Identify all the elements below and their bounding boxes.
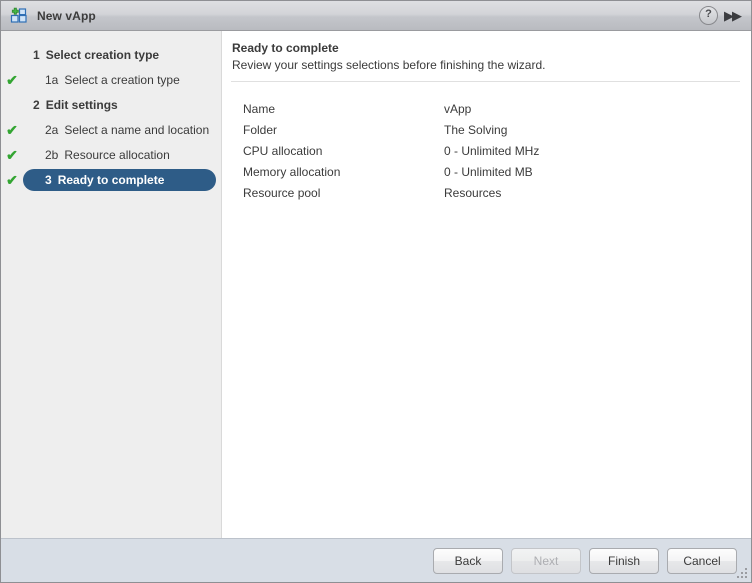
sidebar-step-text: Ready to complete bbox=[57, 172, 165, 187]
sidebar-step-1a[interactable]: ✔ 1a Select a creation type bbox=[1, 67, 221, 92]
finish-button[interactable]: Finish bbox=[589, 548, 659, 574]
header-divider bbox=[231, 81, 740, 82]
new-vapp-wizard-window: New vApp ? ▶▶ 1 Select creation type ✔ 1a Se… bbox=[0, 0, 752, 583]
summary-row: Memory allocation 0 - Unlimited MB bbox=[243, 161, 751, 182]
sidebar-step-text: Edit settings bbox=[45, 97, 118, 112]
summary-label: Name bbox=[243, 101, 276, 116]
content-header: Ready to complete Review your settings s… bbox=[223, 31, 751, 72]
help-icon[interactable]: ? bbox=[699, 6, 718, 25]
back-button[interactable]: Back bbox=[433, 548, 503, 574]
summary-value: 0 - Unlimited MHz bbox=[444, 143, 540, 158]
cancel-button[interactable]: Cancel bbox=[667, 548, 737, 574]
sidebar-step-number: 1a bbox=[45, 72, 59, 87]
sidebar-step-label: 2a Select a name and location bbox=[45, 123, 209, 137]
sidebar-step-1[interactable]: 1 Select creation type bbox=[1, 42, 221, 67]
sidebar-step-number: 1 bbox=[33, 47, 40, 62]
sidebar-step-label: 1a Select a creation type bbox=[45, 73, 180, 87]
sidebar-step-selected-pill[interactable]: 3 Ready to complete bbox=[23, 168, 216, 191]
window-titlebar: New vApp ? ▶▶ bbox=[1, 1, 751, 31]
step-complete-check-icon: ✔ bbox=[6, 171, 18, 188]
page-title: Ready to complete bbox=[232, 41, 339, 55]
page-subtitle: Review your settings selections before f… bbox=[232, 58, 546, 72]
sidebar-step-label: 2 Edit settings bbox=[33, 98, 118, 112]
chevron-double-right-icon[interactable]: ▶▶ bbox=[724, 9, 742, 22]
wizard-steps-sidebar: 1 Select creation type ✔ 1a Select a creatio… bbox=[1, 31, 222, 538]
next-button: Next bbox=[511, 548, 581, 574]
summary-label: CPU allocation bbox=[243, 143, 323, 158]
summary-table: Name vApp Folder The Solving CPU allocation 0… bbox=[243, 98, 751, 203]
sidebar-step-2[interactable]: 2 Edit settings bbox=[1, 92, 221, 117]
sidebar-step-number: 2a bbox=[45, 122, 59, 137]
summary-row: Resource pool Resources bbox=[243, 182, 751, 203]
summary-value: The Solving bbox=[444, 122, 508, 137]
sidebar-step-number: 3 bbox=[45, 172, 52, 187]
sidebar-step-2b[interactable]: ✔ 2b Resource allocation bbox=[1, 142, 221, 167]
sidebar-step-text: Select a creation type bbox=[64, 72, 180, 87]
summary-value: Resources bbox=[444, 185, 502, 200]
sidebar-step-label: 1 Select creation type bbox=[33, 48, 159, 62]
sidebar-step-3[interactable]: ✔ 3 Ready to complete bbox=[1, 167, 221, 192]
summary-label: Resource pool bbox=[243, 185, 321, 200]
sidebar-step-number: 2 bbox=[33, 97, 40, 112]
sidebar-step-text: Select a name and location bbox=[64, 122, 210, 137]
footer-buttons: Back Next Finish Cancel bbox=[433, 548, 737, 574]
sidebar-step-label: 3 Ready to complete bbox=[45, 173, 164, 187]
summary-value: vApp bbox=[444, 101, 472, 116]
wizard-steps-list: 1 Select creation type ✔ 1a Select a creatio… bbox=[1, 31, 221, 192]
sidebar-step-text: Select creation type bbox=[45, 47, 160, 62]
step-complete-check-icon: ✔ bbox=[6, 146, 18, 163]
summary-label: Folder bbox=[243, 122, 278, 137]
titlebar-buttons: ? ▶▶ bbox=[699, 6, 742, 25]
wizard-footer: Back Next Finish Cancel bbox=[1, 538, 751, 582]
sidebar-step-label: 2b Resource allocation bbox=[45, 148, 170, 162]
summary-value: 0 - Unlimited MB bbox=[444, 164, 533, 179]
summary-row: Folder The Solving bbox=[243, 119, 751, 140]
sidebar-step-2a[interactable]: ✔ 2a Select a name and location bbox=[1, 117, 221, 142]
summary-row: CPU allocation 0 - Unlimited MHz bbox=[243, 140, 751, 161]
summary-label: Memory allocation bbox=[243, 164, 341, 179]
step-complete-check-icon: ✔ bbox=[6, 121, 18, 138]
vapp-add-icon bbox=[10, 7, 28, 25]
sidebar-step-number: 2b bbox=[45, 147, 59, 162]
wizard-content-panel: Ready to complete Review your settings s… bbox=[223, 31, 751, 538]
resize-grip-icon[interactable] bbox=[736, 567, 748, 579]
sidebar-step-text: Resource allocation bbox=[64, 147, 170, 162]
step-complete-check-icon: ✔ bbox=[6, 71, 18, 88]
summary-row: Name vApp bbox=[243, 98, 751, 119]
window-title: New vApp bbox=[37, 8, 96, 23]
